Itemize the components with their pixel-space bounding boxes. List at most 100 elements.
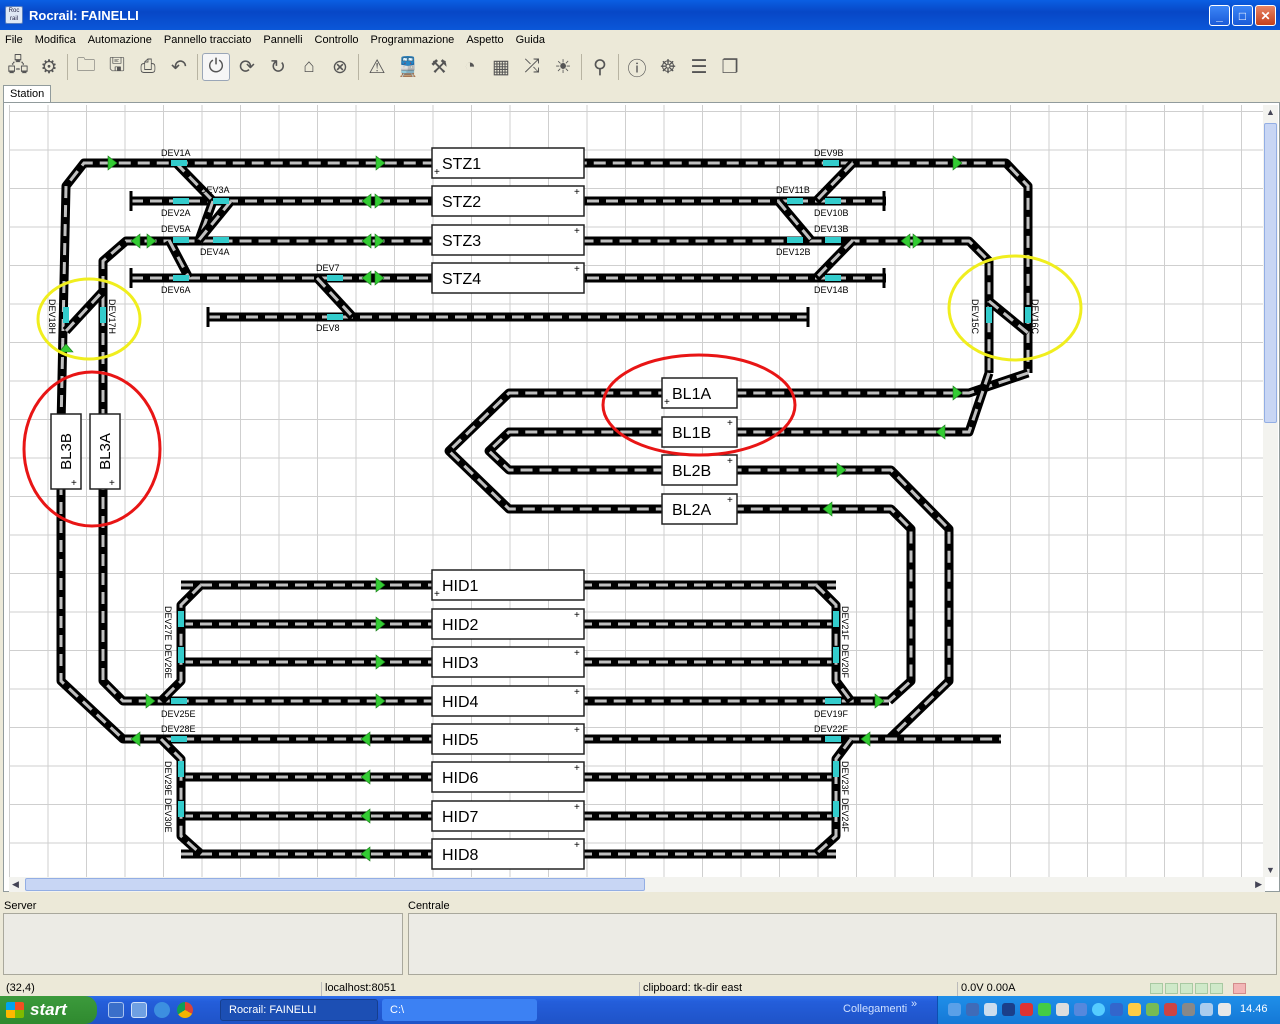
signal-icon[interactable] xyxy=(952,385,963,401)
switch-indicator[interactable] xyxy=(825,698,841,704)
signal-icon[interactable] xyxy=(375,654,386,670)
switch-indicator[interactable] xyxy=(63,307,69,323)
switch-indicator[interactable] xyxy=(833,801,839,817)
light-icon[interactable]: ☀ xyxy=(549,53,577,81)
locomotive-icon[interactable]: 🚆 xyxy=(394,53,422,81)
stop-icon[interactable]: ⊗ xyxy=(326,53,354,81)
maximize-button[interactable]: □ xyxy=(1232,5,1253,26)
tray-icon[interactable] xyxy=(1056,1003,1069,1016)
tray-icon[interactable] xyxy=(984,1003,997,1016)
signal-icon[interactable] xyxy=(374,193,385,209)
switch-indicator[interactable] xyxy=(986,307,992,323)
scroll-down-icon[interactable]: ▼ xyxy=(1266,865,1275,875)
switch-indicator[interactable] xyxy=(178,647,184,663)
switch-indicator[interactable] xyxy=(100,307,106,323)
menu-pannello-tracciato[interactable]: Pannello tracciato xyxy=(164,34,251,46)
signal-icon[interactable] xyxy=(360,808,371,824)
gear-icon[interactable]: ⚙ xyxy=(35,53,63,81)
tray-icon[interactable] xyxy=(966,1003,979,1016)
menu-modifica[interactable]: Modifica xyxy=(35,34,76,46)
horizontal-scrollbar[interactable]: ◀ ▶ xyxy=(9,877,1265,892)
rotate-icon[interactable]: ↻ xyxy=(264,53,292,81)
signal-icon[interactable] xyxy=(822,501,833,517)
home-icon[interactable]: ⌂ xyxy=(295,53,323,81)
switch-indicator[interactable] xyxy=(787,198,803,204)
scroll-up-icon[interactable]: ▲ xyxy=(1266,107,1275,117)
tray-icon[interactable] xyxy=(948,1003,961,1016)
bug-icon[interactable]: ☸ xyxy=(654,53,682,81)
signal-icon[interactable] xyxy=(935,424,946,440)
links-label[interactable]: Collegamenti xyxy=(843,1003,907,1015)
switch-indicator[interactable] xyxy=(833,761,839,777)
switch-indicator[interactable] xyxy=(833,611,839,627)
signal-icon[interactable] xyxy=(375,155,386,171)
signal-icon[interactable] xyxy=(360,769,371,785)
signal-icon[interactable] xyxy=(361,233,372,249)
scroll-left-icon[interactable]: ◀ xyxy=(12,879,19,890)
tray-icon[interactable] xyxy=(1002,1003,1015,1016)
minimize-button[interactable]: _ xyxy=(1209,5,1230,26)
signal-icon[interactable] xyxy=(361,193,372,209)
menu-automazione[interactable]: Automazione xyxy=(88,34,152,46)
signal-icon[interactable] xyxy=(860,731,871,747)
server-icon[interactable]: 🖧 xyxy=(4,53,32,81)
chrome-icon[interactable] xyxy=(177,1002,193,1018)
pages-icon[interactable]: ❐ xyxy=(716,53,744,81)
signal-icon[interactable] xyxy=(145,693,156,709)
throttle-icon[interactable]: ◔ xyxy=(456,53,484,81)
undo-icon[interactable]: ↶ xyxy=(165,53,193,81)
show-desktop-icon[interactable] xyxy=(108,1002,124,1018)
tab-station[interactable]: Station xyxy=(3,85,52,103)
sync-icon[interactable]: ⟳ xyxy=(233,53,261,81)
signal-icon[interactable] xyxy=(836,462,847,478)
switch-indicator[interactable] xyxy=(825,736,841,742)
search-icon[interactable]: ⚲ xyxy=(586,53,614,81)
internet-explorer-icon[interactable] xyxy=(154,1002,170,1018)
switch-indicator[interactable] xyxy=(327,314,343,320)
menu-pannelli[interactable]: Pannelli xyxy=(263,34,302,46)
vertical-scroll-thumb[interactable] xyxy=(1264,123,1277,423)
tools-icon[interactable]: ⚒ xyxy=(425,53,453,81)
switch-indicator[interactable] xyxy=(173,237,189,243)
switch-indicator[interactable] xyxy=(178,761,184,777)
tray-icon[interactable] xyxy=(1146,1003,1159,1016)
menu-guida[interactable]: Guida xyxy=(516,34,545,46)
task-cmd[interactable]: C:\ xyxy=(382,999,537,1021)
shuffle-icon[interactable]: ⤮ xyxy=(518,53,546,81)
open-folder-icon[interactable]: 🗀 xyxy=(72,53,100,81)
signal-icon[interactable] xyxy=(375,693,386,709)
menu-aspetto[interactable]: Aspetto xyxy=(466,34,503,46)
start-button[interactable]: start xyxy=(0,996,97,1024)
signal-icon[interactable] xyxy=(912,233,923,249)
close-button[interactable]: ✕ xyxy=(1255,5,1276,26)
tray-icon[interactable] xyxy=(1110,1003,1123,1016)
switch-indicator[interactable] xyxy=(823,160,839,166)
switch-indicator[interactable] xyxy=(178,801,184,817)
switch-indicator[interactable] xyxy=(833,647,839,663)
tray-icon[interactable] xyxy=(1020,1003,1033,1016)
signal-icon[interactable] xyxy=(375,577,386,593)
list-icon[interactable]: ☰ xyxy=(685,53,713,81)
switch-indicator[interactable] xyxy=(171,160,187,166)
switchboard-icon[interactable]: ▦ xyxy=(487,53,515,81)
task-rocrail[interactable]: Rocrail: FAINELLI xyxy=(220,999,378,1021)
tray-icon[interactable] xyxy=(1200,1003,1213,1016)
switch-indicator[interactable] xyxy=(825,198,841,204)
signal-icon[interactable] xyxy=(361,270,372,286)
switch-indicator[interactable] xyxy=(213,237,229,243)
menu-controllo[interactable]: Controllo xyxy=(315,34,359,46)
tray-icon[interactable] xyxy=(1038,1003,1051,1016)
scroll-right-icon[interactable]: ▶ xyxy=(1255,879,1262,890)
tray-icon[interactable] xyxy=(1182,1003,1195,1016)
signal-icon[interactable] xyxy=(130,233,141,249)
horizontal-scroll-thumb[interactable] xyxy=(25,878,645,891)
signal-icon[interactable] xyxy=(360,731,371,747)
signal-icon[interactable] xyxy=(130,731,141,747)
switch-indicator[interactable] xyxy=(173,275,189,281)
server-console[interactable] xyxy=(3,913,403,975)
info-icon[interactable]: ⓘ xyxy=(623,53,651,81)
signal-icon[interactable] xyxy=(374,233,385,249)
signal-icon[interactable] xyxy=(900,233,911,249)
menu-file[interactable]: File xyxy=(5,34,23,46)
tray-icon[interactable] xyxy=(1128,1003,1141,1016)
